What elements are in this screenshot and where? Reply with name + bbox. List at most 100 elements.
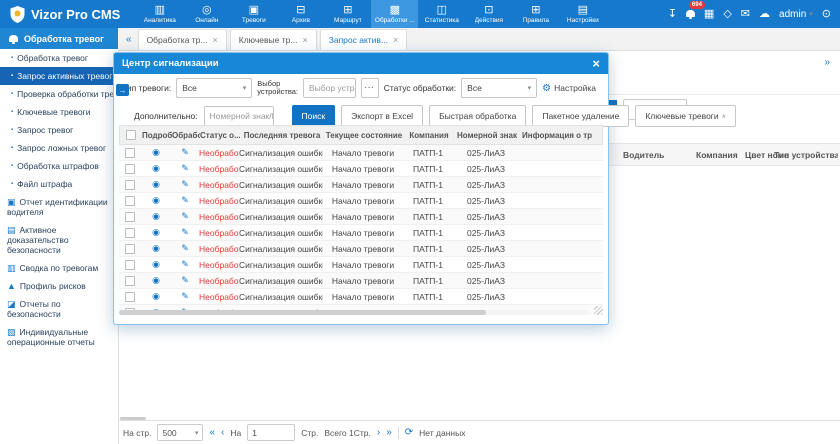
page-size-select[interactable]: 500 ▾ <box>157 424 203 441</box>
process-status-select[interactable]: Все ▾ <box>461 78 537 98</box>
batch-delete-button[interactable]: Пакетное удаление <box>532 105 629 127</box>
close-tab-icon[interactable]: × <box>393 35 398 45</box>
nav-item[interactable]: ▣ Тревоги <box>230 0 277 28</box>
alarm-table-row[interactable]: ◉ ✎ Необработанный Сигнализация ошибки ж… <box>119 273 603 289</box>
collapse-filter-button[interactable]: → <box>116 84 129 96</box>
sidebar-report-item[interactable]: ▧Индивидуальные операционные отчеты <box>0 323 118 351</box>
alarm-table-row[interactable]: ◉ ✎ Необработанный Сигнализация ошибки ж… <box>119 225 603 241</box>
nav-item[interactable]: ⊟ Архив <box>277 0 324 28</box>
process-alarm-icon[interactable]: ✎ <box>181 227 189 237</box>
apps-grid-icon[interactable]: ▦ <box>704 9 714 20</box>
view-details-icon[interactable]: ◉ <box>152 227 160 237</box>
nav-item[interactable]: ⊞ Правила <box>512 0 559 28</box>
alarm-table-row[interactable]: ◉ ✎ Необработанный Сигнализация ошибки ж… <box>119 193 603 209</box>
close-tab-icon[interactable]: × <box>302 35 307 45</box>
scrollbar-thumb[interactable] <box>119 310 486 315</box>
view-details-icon[interactable]: ◉ <box>152 291 160 301</box>
alarm-table-row[interactable]: ◉ ✎ Необработанный Сигнализация ошибки ж… <box>119 257 603 273</box>
alarm-table-row[interactable]: ◉ ✎ Необработанный Сигнализация ошибки ж… <box>119 241 603 257</box>
view-details-icon[interactable]: ◉ <box>152 179 160 189</box>
row-checkbox[interactable] <box>125 244 135 254</box>
row-checkbox[interactable] <box>125 276 135 286</box>
process-alarm-icon[interactable]: ✎ <box>181 211 189 221</box>
plate-company-input[interactable]: Номерной знак/Комп <box>204 106 274 126</box>
user-menu[interactable]: admin ▾ <box>779 9 813 20</box>
device-input[interactable]: Выбор устройства <box>303 78 356 98</box>
document-tab[interactable]: Обработка тр... × <box>138 29 227 50</box>
shirt-icon[interactable]: ◇ <box>723 9 731 20</box>
sidebar-menu-item[interactable]: ▪ Запрос ложных тревог <box>0 139 118 157</box>
row-checkbox[interactable] <box>125 164 135 174</box>
cloud-icon[interactable]: ☁ <box>759 9 770 20</box>
logout-power-icon[interactable]: ⊙ <box>822 9 831 20</box>
sidebar-menu-item[interactable]: ▪ Ключевые тревоги <box>0 103 118 121</box>
process-alarm-icon[interactable]: ✎ <box>181 195 189 205</box>
view-details-icon[interactable]: ◉ <box>152 275 160 285</box>
sidebar-report-item[interactable]: ▥Сводка по тревогам <box>0 259 118 277</box>
sidebar-menu-item[interactable]: ▪ Файл штрафа <box>0 175 118 193</box>
quick-process-button[interactable]: Быстрая обработка <box>429 105 526 127</box>
sidebar-report-item[interactable]: ▤Активное доказательство безопасности <box>0 221 118 259</box>
nav-item[interactable]: ▥ Аналитика <box>136 0 183 28</box>
alarm-table-row[interactable]: ◉ ✎ Необработанный Сигнализация ошибки ж… <box>119 209 603 225</box>
last-page-icon[interactable]: » <box>386 427 392 438</box>
process-alarm-icon[interactable]: ✎ <box>181 291 189 301</box>
view-details-icon[interactable]: ◉ <box>152 259 160 269</box>
resize-handle-icon[interactable] <box>594 306 603 315</box>
view-details-icon[interactable]: ◉ <box>152 147 160 157</box>
sidebar-menu-item[interactable]: ▪ Проверка обработки тревог <box>0 85 118 103</box>
document-tab[interactable]: Запрос актив... × <box>320 29 408 50</box>
row-checkbox[interactable] <box>125 212 135 222</box>
next-page-icon[interactable]: › <box>377 427 380 438</box>
view-details-icon[interactable]: ◉ <box>152 211 160 221</box>
table-horizontal-scrollbar[interactable] <box>119 310 589 315</box>
expand-panel-icon[interactable]: » <box>824 57 830 68</box>
alarm-table-row[interactable]: ◉ ✎ Необработанный Сигнализация ошибки ж… <box>119 161 603 177</box>
process-alarm-icon[interactable]: ✎ <box>181 179 189 189</box>
row-checkbox[interactable] <box>125 148 135 158</box>
row-checkbox[interactable] <box>125 260 135 270</box>
search-button[interactable]: Поиск <box>292 105 336 127</box>
tabs-scroll-left-icon[interactable]: « <box>120 34 138 45</box>
process-alarm-icon[interactable]: ✎ <box>181 243 189 253</box>
process-alarm-icon[interactable]: ✎ <box>181 275 189 285</box>
sidebar-report-item[interactable]: ▲Профиль рисков <box>0 277 118 295</box>
sidebar-menu-item[interactable]: ▪ Запрос активных тревог <box>0 67 118 85</box>
view-details-icon[interactable]: ◉ <box>152 243 160 253</box>
export-excel-button[interactable]: Экспорт в Excel <box>341 105 423 127</box>
sidebar-menu-item[interactable]: ▪ Запрос тревог <box>0 121 118 139</box>
settings-button[interactable]: ⚙ Настройка <box>542 83 602 94</box>
nav-item[interactable]: ⊡ Действия <box>465 0 512 28</box>
sidebar-menu-item[interactable]: ▪ Обработка тревог <box>0 49 118 67</box>
close-tab-icon[interactable]: × <box>213 35 218 45</box>
alarm-table-row[interactable]: ◉ ✎ Необработанный Сигнализация ошибки ж… <box>119 289 603 305</box>
process-alarm-icon[interactable]: ✎ <box>181 147 189 157</box>
sidebar-report-item[interactable]: ▣Отчет идентификации водителя <box>0 193 118 221</box>
row-checkbox[interactable] <box>125 180 135 190</box>
refresh-icon[interactable]: ⟳ <box>405 427 413 438</box>
first-page-icon[interactable]: « <box>209 427 215 438</box>
nav-item[interactable]: ▩ Обработки ... <box>371 0 418 28</box>
mail-icon[interactable]: ✉ <box>741 9 750 20</box>
nav-item[interactable]: ⊞ Маршрут <box>324 0 371 28</box>
alarm-type-select[interactable]: Все ▾ <box>176 78 252 98</box>
device-picker-button[interactable]: ··· <box>361 78 379 98</box>
row-checkbox[interactable] <box>125 228 135 238</box>
sidebar-report-item[interactable]: ◪Отчеты по безопасности <box>0 295 118 323</box>
view-details-icon[interactable]: ◉ <box>152 195 160 205</box>
select-all-checkbox[interactable] <box>126 130 136 140</box>
process-alarm-icon[interactable]: ✎ <box>181 163 189 173</box>
sidebar-menu-item[interactable]: ▪ Обработка штрафов <box>0 157 118 175</box>
row-checkbox[interactable] <box>125 292 135 302</box>
notifications-bell-icon[interactable]: 694 <box>686 9 695 20</box>
document-tab[interactable]: Ключевые тр... × <box>230 29 317 50</box>
alarm-table-row[interactable]: ◉ ✎ Необработанный Сигнализация ошибки ж… <box>119 145 603 161</box>
nav-item[interactable]: ◎ Онлайн <box>183 0 230 28</box>
download-icon[interactable]: ↧ <box>668 9 677 20</box>
row-checkbox[interactable] <box>125 196 135 206</box>
process-alarm-icon[interactable]: ✎ <box>181 259 189 269</box>
prev-page-icon[interactable]: ‹ <box>221 427 224 438</box>
key-alarms-button[interactable]: Ключевые тревоги ∧ <box>635 105 736 127</box>
nav-item[interactable]: ◫ Статистика <box>418 0 465 28</box>
close-dialog-icon[interactable]: × <box>592 57 600 70</box>
